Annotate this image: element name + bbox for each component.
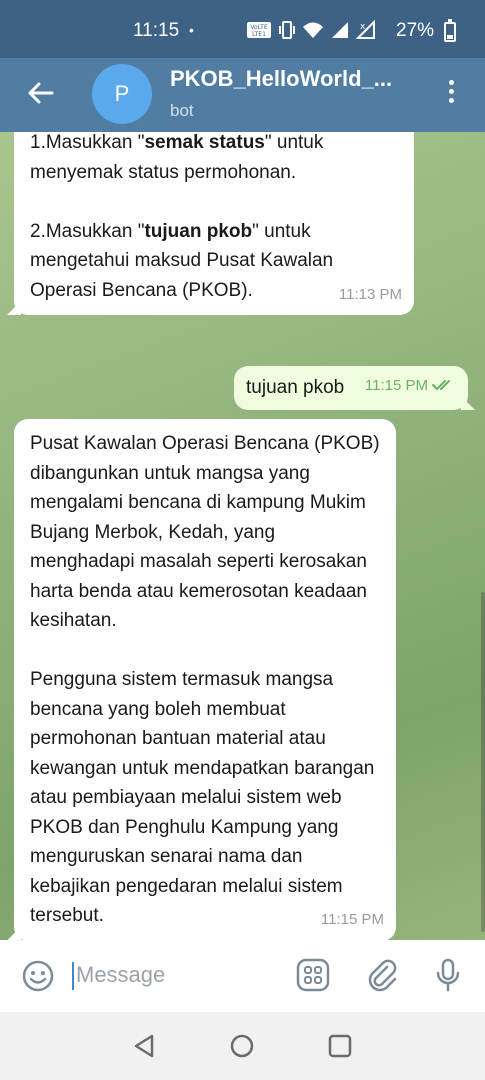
message-text: 2.Masukkan " bbox=[30, 220, 145, 242]
chat-subtitle: bot bbox=[170, 101, 194, 120]
double-check-icon bbox=[432, 380, 450, 391]
message-text-bold: tujuan pkob bbox=[144, 220, 253, 242]
message-text: 1.Masukkan " bbox=[30, 132, 145, 153]
status-bar: 11:15 • VoLTE LTE1 x 27% bbox=[0, 0, 485, 58]
input-bar bbox=[0, 940, 485, 1012]
message-paragraph: Pusat Kawalan Operasi Bencana (PKOB) dib… bbox=[30, 433, 380, 631]
system-nav-bar bbox=[0, 1012, 485, 1080]
message-time: 11:15 PM bbox=[364, 376, 428, 394]
status-icons: VoLTE LTE1 x bbox=[246, 20, 378, 40]
chat-title[interactable]: PKOB_HelloWorld_... bbox=[170, 66, 410, 92]
more-options-icon[interactable] bbox=[445, 80, 457, 108]
nav-back-icon[interactable] bbox=[130, 1032, 158, 1060]
avatar[interactable]: P bbox=[92, 64, 152, 124]
scrollbar[interactable] bbox=[481, 592, 485, 932]
svg-text:x: x bbox=[360, 22, 366, 32]
attach-icon[interactable] bbox=[365, 958, 399, 992]
message-bubble-incoming[interactable]: Pusat Kawalan Operasi Bencana (PKOB) dib… bbox=[7, 419, 396, 940]
message-bubble-outgoing[interactable]: tujuan pkob 11:15 PM bbox=[234, 366, 475, 410]
notification-dot: • bbox=[189, 22, 194, 38]
nav-recents-icon[interactable] bbox=[326, 1032, 354, 1060]
text-caret bbox=[72, 962, 74, 990]
vibrate-icon bbox=[279, 21, 295, 39]
message-input[interactable] bbox=[76, 962, 276, 988]
message-paragraph: 1.Masukkan "semak status" untuk menyemak… bbox=[30, 132, 398, 187]
svg-text:LTE1: LTE1 bbox=[252, 31, 266, 38]
battery-percent: 27% bbox=[396, 20, 435, 41]
wifi-icon bbox=[303, 22, 323, 38]
signal-x-icon: x bbox=[356, 20, 375, 39]
message-time: 11:13 PM bbox=[338, 285, 402, 303]
volte-icon: VoLTELTE1 bbox=[247, 22, 271, 38]
message-text: tujuan pkob bbox=[246, 377, 345, 398]
bot-commands-icon[interactable] bbox=[296, 958, 330, 992]
nav-home-icon[interactable] bbox=[228, 1032, 256, 1060]
microphone-icon[interactable] bbox=[431, 958, 465, 992]
svg-text:VoLTE: VoLTE bbox=[250, 24, 267, 31]
chat-header: P PKOB_HelloWorld_... bot bbox=[0, 58, 485, 132]
battery-icon bbox=[444, 19, 456, 42]
message-text-bold: semak status bbox=[144, 132, 265, 153]
back-arrow-icon[interactable] bbox=[26, 78, 56, 108]
message-meta: 11:15 PM bbox=[365, 371, 454, 401]
status-time: 11:15 bbox=[133, 20, 180, 41]
emoji-icon[interactable] bbox=[22, 960, 54, 992]
message-paragraph: Pengguna sistem termasuk mangsa bencana … bbox=[30, 669, 375, 926]
message-bubble-incoming[interactable]: 1.Masukkan "semak status" untuk menyemak… bbox=[7, 132, 414, 315]
message-list[interactable]: 1.Masukkan "semak status" untuk menyemak… bbox=[0, 132, 485, 940]
signal-icon bbox=[332, 22, 348, 38]
message-time: 11:15 PM bbox=[320, 911, 384, 928]
